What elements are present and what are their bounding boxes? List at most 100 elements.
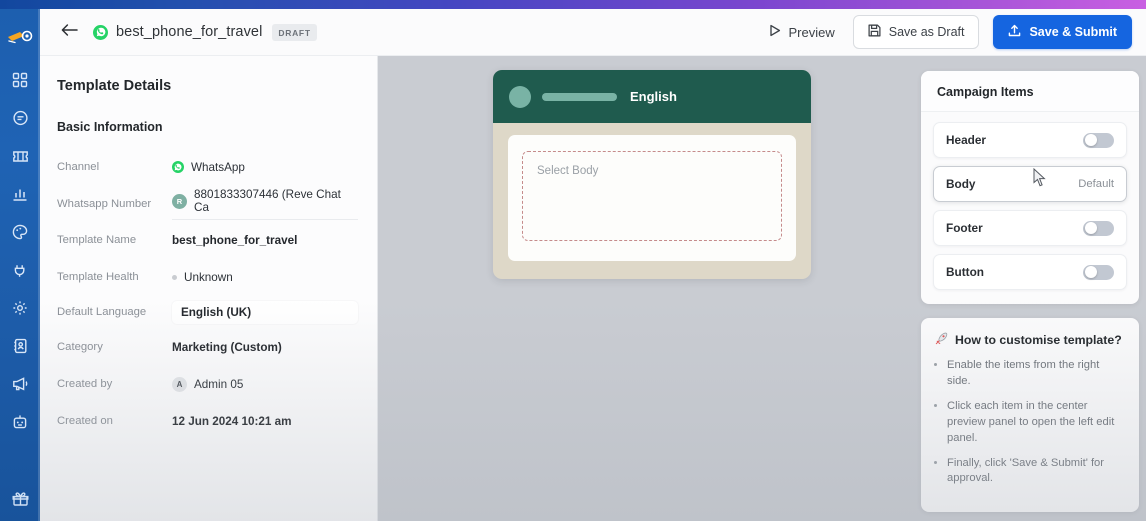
campaign-items-card: Campaign Items Header Body Default Foote… [921,71,1139,304]
gift-icon [12,490,29,512]
campaign-item-header[interactable]: Header [933,122,1127,158]
template-details-panel: Template Details Basic Information Chann… [40,56,378,521]
sidebar-item-customisation[interactable] [0,213,40,251]
right-sidebar: Campaign Items Header Body Default Foote… [918,56,1146,521]
field-value-created-on: 12 Jun 2024 10:21 am [172,415,292,428]
preview-language-label: English [630,89,677,104]
gear-icon [12,300,28,316]
campaign-item-body[interactable]: Body Default [933,166,1127,202]
app-root: best_phone_for_travel DRAFT Preview Save… [0,0,1146,521]
avatar: A [172,377,187,392]
plug-icon [12,262,28,278]
help-bullet: Finally, click 'Save & Submit' for appro… [947,456,1125,488]
select-body-placeholder: Select Body [537,165,598,177]
field-row-whatsapp-number[interactable]: Whatsapp Number R 8801833307446 (Reve Ch… [40,190,377,218]
template-details-title: Template Details [57,78,377,94]
sidebar-item-integrations[interactable] [0,251,40,289]
field-row-template-name: Template Name best_phone_for_travel [40,227,377,253]
field-value-channel: WhatsApp [172,161,245,174]
upload-icon [1008,24,1021,40]
sidebar-item-tickets[interactable] [0,137,40,175]
help-bullet: Click each item in the center preview pa… [947,399,1125,447]
field-text-created-by: Admin 05 [194,378,243,391]
field-value-whatsapp-number[interactable]: R 8801833307446 (Reve Chat Ca [172,188,358,220]
avatar: R [172,194,187,209]
campaign-item-button[interactable]: Button [933,254,1127,290]
help-card-title: How to customise template? [955,333,1122,347]
bot-icon [12,414,28,430]
save-as-draft-button[interactable]: Save as Draft [853,15,980,49]
field-row-category: Category Marketing (Custom) [40,334,377,360]
sidebar-item-settings[interactable] [0,289,40,327]
palette-icon [12,224,28,240]
sidebar-item-list [0,61,40,441]
campaign-item-footer[interactable]: Footer [933,210,1127,246]
field-label-created-by: Created by [57,378,172,390]
field-value-template-name: best_phone_for_travel [172,234,297,247]
back-button[interactable] [56,19,82,45]
template-preview-card: English Select Body [493,70,811,279]
preview-body-area: Select Body [493,123,811,279]
help-bullet-list: Enable the items from the right side. Cl… [947,358,1125,487]
field-text-default-language: English (UK) [181,306,251,319]
megaphone-icon [12,376,29,392]
campaign-items-list: Header Body Default Footer Button [921,112,1139,304]
campaign-item-label: Button [946,265,984,279]
field-label-channel: Channel [57,161,172,173]
campaign-items-title: Campaign Items [921,71,1139,112]
field-value-template-health: Unknown [172,271,233,284]
contacts-icon [13,338,28,354]
preview-chat-header: English [493,70,811,123]
save-as-draft-label: Save as Draft [889,25,965,39]
play-icon [769,24,781,40]
page-header: best_phone_for_travel DRAFT Preview Save… [40,9,1146,56]
save-and-submit-label: Save & Submit [1029,25,1117,39]
whatsapp-icon [93,25,108,40]
campaign-item-label: Header [946,133,986,147]
contact-name-placeholder [542,93,617,101]
toggle-knob [1085,266,1097,278]
page-title: best_phone_for_travel [116,24,262,40]
basic-information-title: Basic Information [57,120,377,134]
button-toggle[interactable] [1083,265,1114,280]
sidebar-item-contacts[interactable] [0,327,40,365]
field-row-channel: Channel WhatsApp [40,154,377,180]
help-bullet: Enable the items from the right side. [947,358,1125,390]
sidebar-item-whats-new[interactable] [0,485,40,517]
field-label-created-on: Created on [57,415,172,427]
brand-logo[interactable] [0,25,40,51]
sidebar-item-campaign[interactable] [0,365,40,403]
footer-toggle[interactable] [1083,221,1114,236]
preview-message-bubble: Select Body [508,135,796,261]
field-row-default-language[interactable]: Default Language English (UK) [40,298,377,326]
field-text-template-health: Unknown [184,271,233,284]
ticket-icon [12,149,29,164]
field-text-whatsapp-number: 8801833307446 (Reve Chat Ca [194,188,358,214]
sidebar-item-analytics[interactable] [0,175,40,213]
field-label-template-health: Template Health [57,271,172,283]
campaign-item-label: Body [946,177,976,191]
toggle-knob [1085,134,1097,146]
field-row-created-by: Created by A Admin 05 [40,371,377,397]
dashboard-icon [12,72,28,88]
toggle-knob [1085,222,1097,234]
preview-button[interactable]: Preview [765,18,838,46]
header-actions: Preview Save as Draft Save & Submit [765,15,1146,49]
top-gradient-bar [0,0,1146,9]
select-body-slot[interactable]: Select Body [522,151,782,241]
rocket-icon [935,332,948,348]
status-badge: DRAFT [272,24,316,41]
preview-button-label: Preview [788,25,834,40]
header-toggle[interactable] [1083,133,1114,148]
save-and-submit-button[interactable]: Save & Submit [993,15,1132,49]
sidebar-item-bot[interactable] [0,403,40,441]
field-row-created-on: Created on 12 Jun 2024 10:21 am [40,408,377,434]
campaign-item-label: Footer [946,221,983,235]
sidebar-item-dashboard[interactable] [0,61,40,99]
field-value-category: Marketing (Custom) [172,341,282,354]
status-dot-icon [172,275,177,280]
analytics-icon [12,186,28,202]
default-language-input[interactable]: English (UK) [172,301,358,324]
field-label-default-language: Default Language [57,306,172,318]
sidebar-item-chat[interactable] [0,99,40,137]
